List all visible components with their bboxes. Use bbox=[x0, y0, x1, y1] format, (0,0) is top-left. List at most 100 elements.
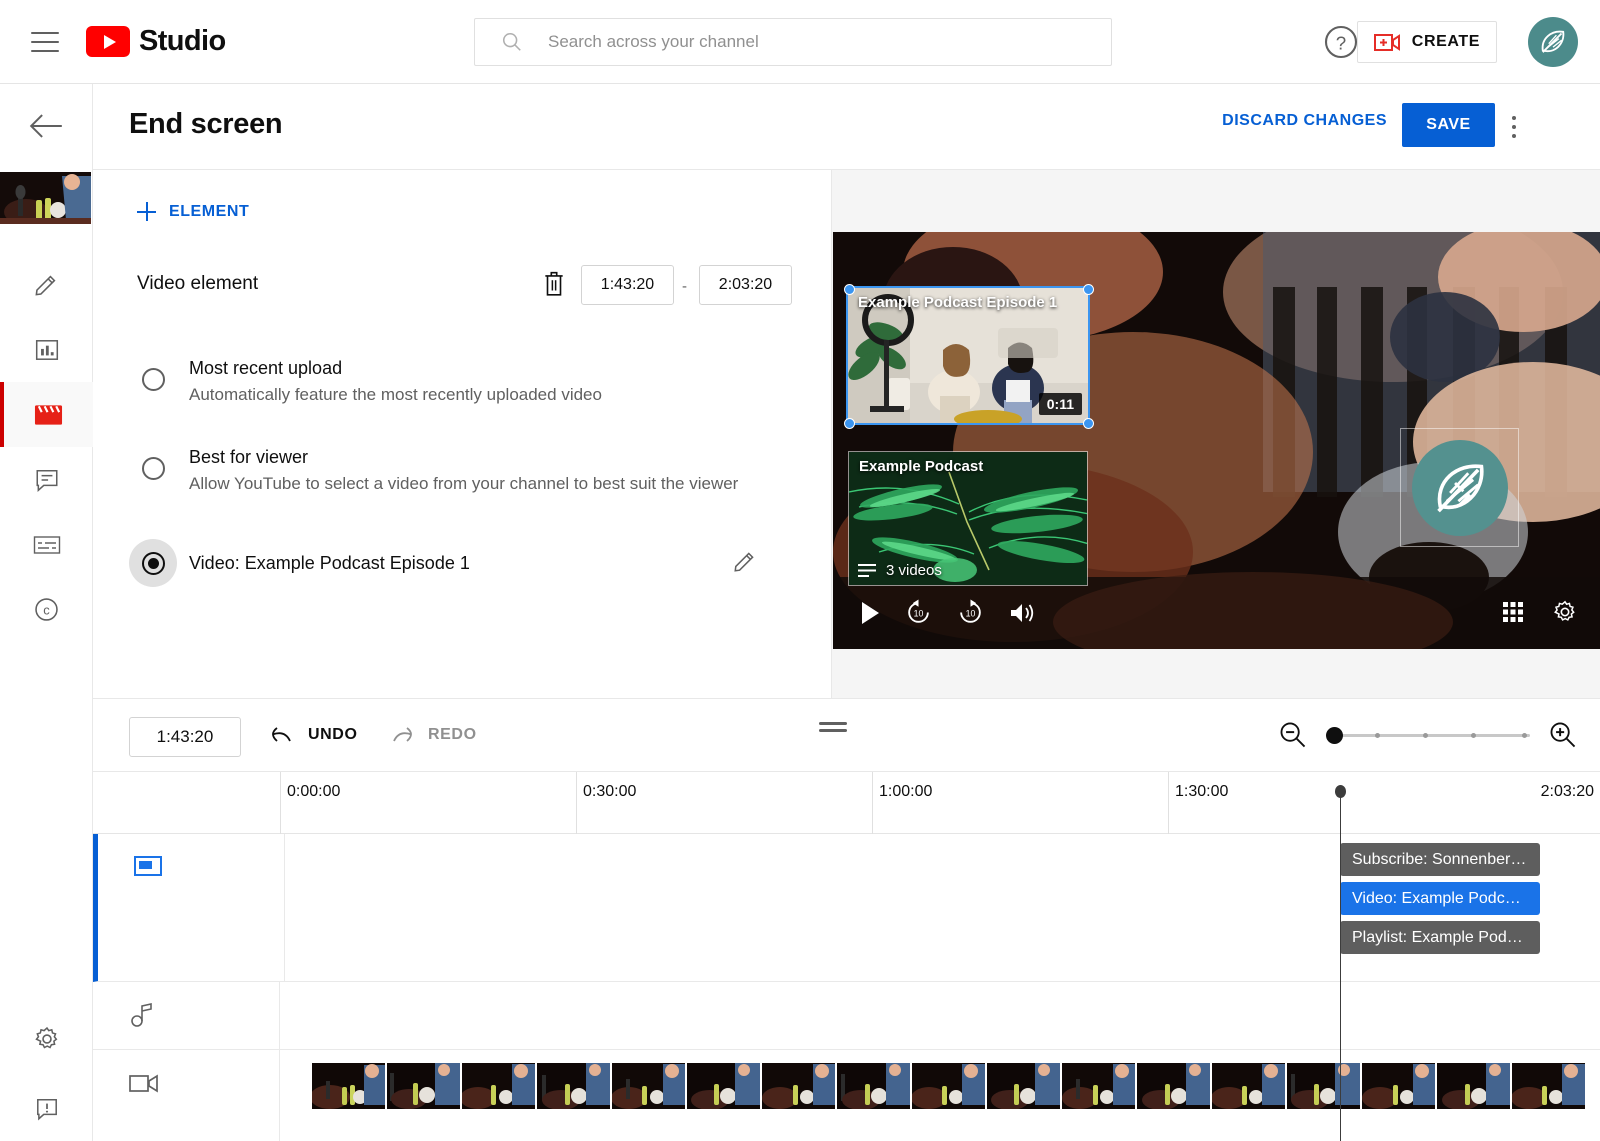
element-header-row: Video element 1:43:20 - 2:03:20 bbox=[137, 265, 794, 305]
radio-button[interactable] bbox=[142, 457, 165, 480]
zoom-in-icon[interactable] bbox=[1548, 720, 1578, 750]
create-button[interactable]: CREATE bbox=[1357, 21, 1497, 63]
ruler-gutter bbox=[93, 772, 280, 834]
undo-button[interactable]: UNDO bbox=[268, 723, 358, 747]
option-most-recent-upload[interactable]: Most recent upload Automatically feature… bbox=[137, 355, 794, 407]
channel-avatar-leaf-logo bbox=[1427, 455, 1493, 521]
sidebar-item-settings[interactable] bbox=[0, 1009, 93, 1069]
player-controls: 10 10 bbox=[833, 587, 1600, 649]
sidebar-item-analytics[interactable] bbox=[0, 317, 93, 382]
element-panel: ELEMENT Video element 1:43:20 - 2:03:20 … bbox=[93, 170, 832, 699]
filmstrip-frame bbox=[837, 1063, 910, 1109]
plus-icon bbox=[137, 202, 156, 221]
redo-button[interactable]: REDO bbox=[388, 723, 477, 747]
play-icon[interactable] bbox=[860, 601, 880, 625]
option-best-for-viewer[interactable]: Best for viewer Allow YouTube to select … bbox=[137, 444, 794, 496]
timeline-ruler[interactable]: 0:00:00 0:30:00 1:00:00 1:30:00 2:03:20 bbox=[93, 772, 1600, 834]
track-head-end-screen bbox=[98, 834, 285, 981]
discard-changes-button[interactable]: DISCARD CHANGES bbox=[1222, 112, 1387, 130]
radio-button[interactable] bbox=[142, 368, 165, 391]
filmstrip-frame bbox=[387, 1063, 460, 1109]
pencil-icon bbox=[33, 271, 60, 298]
zoom-out-icon[interactable] bbox=[1278, 720, 1308, 750]
youtube-studio-end-screen-editor: Studio ? CREATE bbox=[0, 0, 1600, 1141]
sidebar-item-editor[interactable] bbox=[0, 382, 93, 447]
timeline-chip-subscribe[interactable]: Subscribe: Sonnenber… bbox=[1340, 843, 1540, 876]
redo-arrow-icon bbox=[388, 723, 416, 747]
resize-handle-top-left[interactable] bbox=[844, 284, 855, 295]
playhead-knob[interactable] bbox=[1335, 785, 1346, 798]
trash-icon[interactable] bbox=[541, 269, 567, 299]
resize-handle-top-right[interactable] bbox=[1083, 284, 1094, 295]
track-audio[interactable] bbox=[93, 982, 1600, 1050]
kebab-menu-icon[interactable] bbox=[1504, 116, 1524, 138]
arrow-left-icon[interactable] bbox=[29, 111, 64, 141]
forward-10-icon[interactable]: 10 bbox=[957, 599, 984, 626]
resize-handle-bottom-right[interactable] bbox=[1083, 418, 1094, 429]
element-end-time-field[interactable]: 2:03:20 bbox=[699, 265, 792, 305]
radio-button-selected[interactable] bbox=[142, 552, 165, 575]
track-video[interactable] bbox=[93, 1050, 1600, 1141]
current-time-field[interactable]: 1:43:20 bbox=[129, 717, 241, 757]
subtitles-icon bbox=[33, 534, 61, 556]
zoom-controls bbox=[1278, 720, 1578, 750]
gear-icon[interactable] bbox=[1552, 599, 1578, 625]
element-name: Video element bbox=[137, 273, 258, 295]
search-input[interactable] bbox=[548, 32, 1068, 52]
playlist-icon bbox=[857, 563, 877, 578]
track-body-end-screen[interactable]: Subscribe: Sonnenber… Video: Example Pod… bbox=[285, 834, 1600, 981]
help-circle-icon[interactable]: ? bbox=[1323, 24, 1359, 60]
option-specific-video[interactable]: Video: Example Podcast Episode 1 bbox=[137, 539, 794, 587]
search-bar bbox=[474, 18, 1112, 66]
search-icon bbox=[501, 31, 523, 53]
add-element-button[interactable]: ELEMENT bbox=[137, 202, 249, 221]
filmstrip-frame bbox=[462, 1063, 535, 1109]
zoom-slider-knob[interactable] bbox=[1326, 727, 1343, 744]
channel-avatar-leaf-logo bbox=[1536, 25, 1570, 59]
left-rail: c bbox=[0, 84, 93, 1141]
filmstrip-frame bbox=[912, 1063, 985, 1109]
grid-icon[interactable] bbox=[1502, 601, 1524, 623]
save-button[interactable]: SAVE bbox=[1402, 103, 1495, 147]
video-player-preview[interactable]: Example Podcast Episode 1 0:11 bbox=[833, 232, 1600, 649]
sidebar-item-details[interactable] bbox=[0, 252, 93, 317]
zoom-slider-tick bbox=[1522, 733, 1527, 738]
track-body-audio[interactable] bbox=[93, 982, 1600, 1049]
replay-10-icon[interactable]: 10 bbox=[905, 599, 932, 626]
sidebar-item-send-feedback[interactable] bbox=[0, 1079, 93, 1139]
element-start-time-field[interactable]: 1:43:20 bbox=[581, 265, 674, 305]
video-camera-icon bbox=[129, 1072, 159, 1094]
drag-handle-icon[interactable] bbox=[819, 722, 847, 734]
volume-icon[interactable] bbox=[1009, 601, 1036, 625]
end-screen-playlist-element[interactable]: Example Podcast 3 videos bbox=[848, 451, 1088, 586]
ruler-label: 0:30:00 bbox=[583, 783, 636, 801]
timeline: 0:00:00 0:30:00 1:00:00 1:30:00 2:03:20 bbox=[93, 772, 1600, 1141]
video-filmstrip[interactable] bbox=[312, 1063, 1585, 1109]
timeline-chip-video[interactable]: Video: Example Podc… bbox=[1340, 882, 1540, 915]
resize-handle-bottom-left[interactable] bbox=[844, 418, 855, 429]
sidebar-item-subtitles[interactable] bbox=[0, 512, 93, 577]
filmstrip-frame bbox=[1287, 1063, 1360, 1109]
end-screen-subscribe-element[interactable] bbox=[1400, 428, 1519, 547]
create-button-label: CREATE bbox=[1412, 33, 1480, 51]
svg-text:10: 10 bbox=[914, 609, 924, 619]
studio-logo[interactable]: Studio bbox=[86, 25, 226, 58]
sidebar-item-copyright[interactable]: c bbox=[0, 577, 93, 642]
video-thumbnail[interactable] bbox=[0, 172, 91, 224]
svg-text:10: 10 bbox=[966, 609, 976, 619]
filmstrip-frame bbox=[1137, 1063, 1210, 1109]
avatar[interactable] bbox=[1528, 17, 1578, 67]
hamburger-icon[interactable] bbox=[31, 32, 59, 52]
edit-video-pencil-icon[interactable] bbox=[732, 547, 758, 575]
playhead[interactable] bbox=[1340, 794, 1341, 1141]
track-end-screen-elements[interactable]: Subscribe: Sonnenber… Video: Example Pod… bbox=[93, 834, 1600, 982]
sidebar-item-comments[interactable] bbox=[0, 447, 93, 512]
timeline-chip-playlist[interactable]: Playlist: Example Pod… bbox=[1340, 921, 1540, 954]
track-body-video[interactable] bbox=[280, 1050, 1600, 1141]
zoom-slider[interactable] bbox=[1326, 725, 1530, 745]
brand-label: Studio bbox=[139, 25, 226, 58]
option-title: Most recent upload bbox=[189, 355, 602, 381]
add-element-label: ELEMENT bbox=[169, 203, 249, 221]
ruler-label: 1:00:00 bbox=[879, 783, 932, 801]
end-screen-video-element[interactable]: Example Podcast Episode 1 0:11 bbox=[848, 288, 1088, 423]
